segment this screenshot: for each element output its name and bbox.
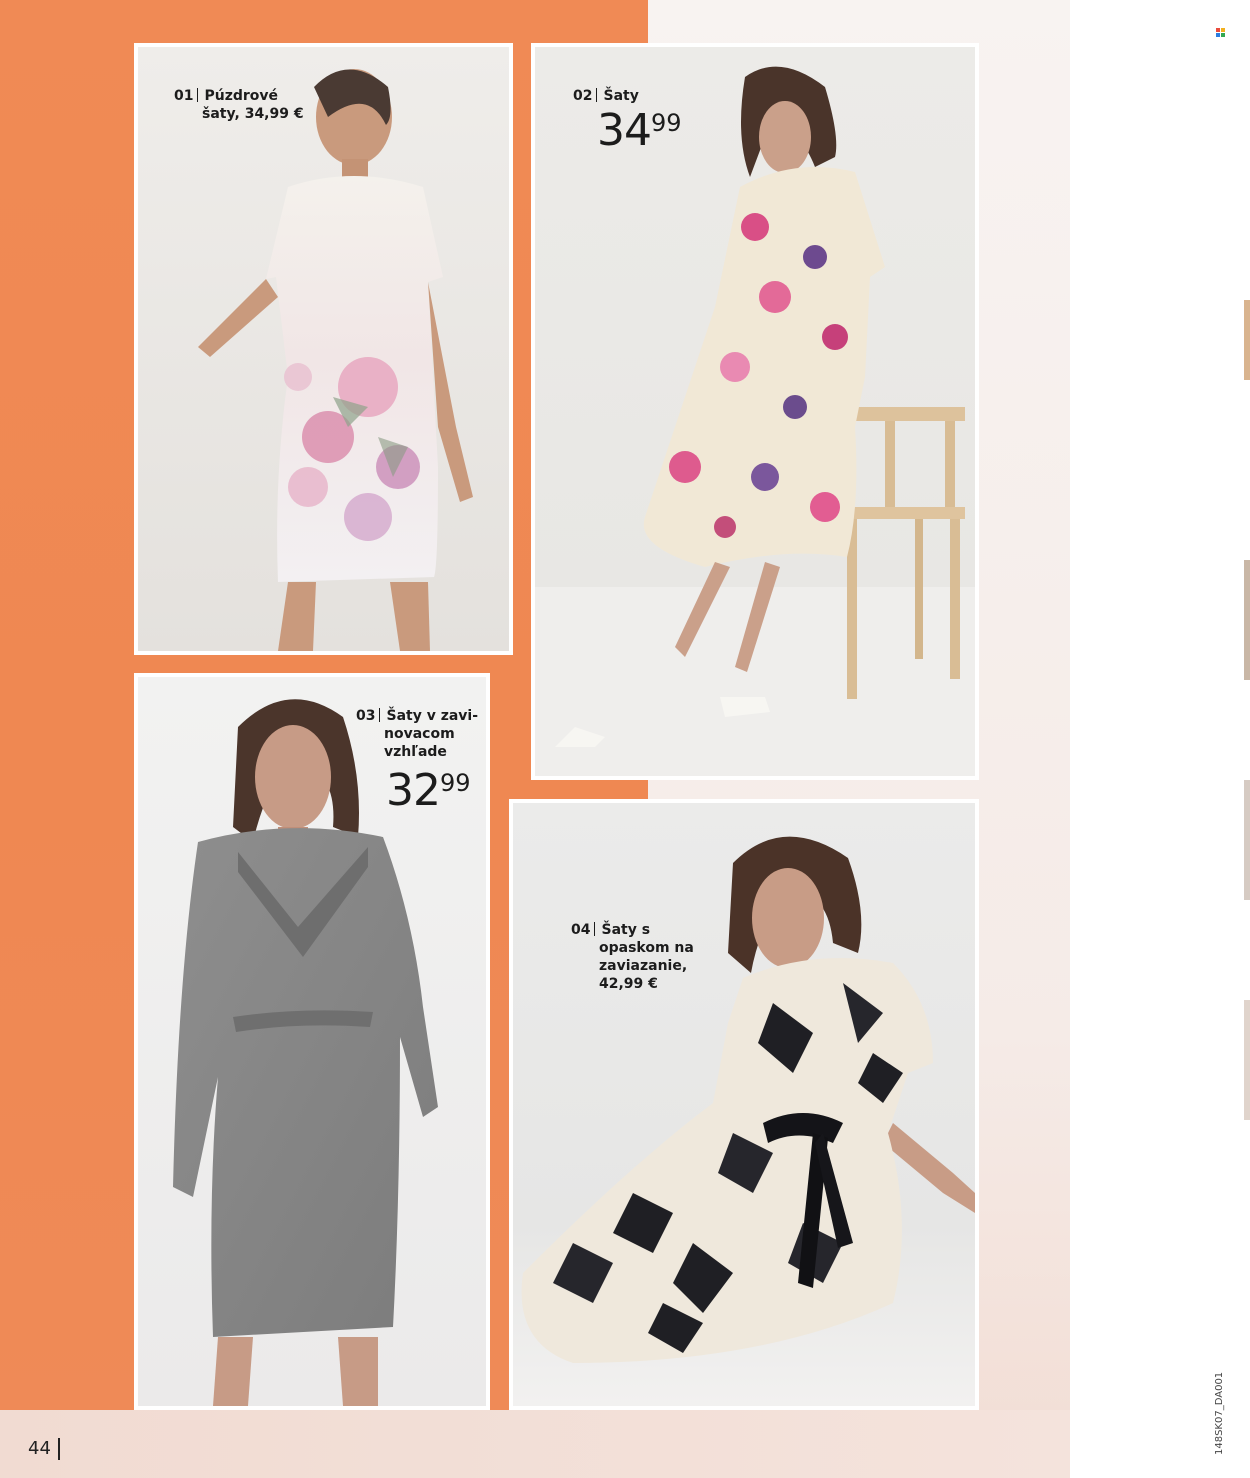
page-margin xyxy=(1070,0,1250,1478)
price-cents: 99 xyxy=(651,109,682,137)
page-edge-strip xyxy=(1244,1000,1250,1120)
product-photo-black-white-belted-dress xyxy=(513,803,975,1406)
product-name: Púzdrové xyxy=(204,88,279,104)
color-squares-icon xyxy=(1216,28,1225,37)
page-number: 44 xyxy=(28,1438,51,1459)
product-name-continued: novacom xyxy=(384,726,455,742)
page-edge-strip xyxy=(1244,560,1250,680)
page-edge-strip xyxy=(1244,300,1250,380)
product-label-04: 04 Šaty s opaskom na zaviazanie, 42,99 € xyxy=(571,921,694,993)
catalog-code: 148SK07_DA001 xyxy=(1214,1371,1225,1455)
product-number: 03 xyxy=(356,708,376,724)
bottom-floor-background xyxy=(0,1410,1070,1478)
product-photo-floral-shift-dress xyxy=(138,47,509,651)
separator-bar xyxy=(197,88,199,102)
product-price-02: 3499 xyxy=(597,109,682,153)
price-euros: 34 xyxy=(597,105,652,156)
product-number: 02 xyxy=(573,88,593,104)
product-card-03[interactable]: 03 Šaty v zavi- novacom vzhľade 3299 xyxy=(134,673,490,1410)
product-name: Šaty s xyxy=(601,922,651,938)
product-card-04[interactable]: 04 Šaty s opaskom na zaviazanie, 42,99 € xyxy=(509,799,979,1410)
product-name-continued: vzhľade xyxy=(384,744,447,760)
product-name-continued: zaviazanie, xyxy=(599,958,688,974)
product-price-03: 3299 xyxy=(386,769,471,813)
product-name: Šaty v zavi- xyxy=(386,708,479,724)
product-number: 04 xyxy=(571,922,591,938)
product-price-text: šaty, 34,99 € xyxy=(202,106,304,122)
product-card-02[interactable]: 02 Šaty 3499 xyxy=(531,43,979,780)
product-name: Šaty xyxy=(603,88,639,104)
separator-bar xyxy=(379,708,381,722)
product-name-continued: opaskom na xyxy=(599,940,694,956)
separator-bar xyxy=(594,922,596,936)
price-euros: 32 xyxy=(386,765,441,816)
page-edge-strip xyxy=(1244,780,1250,900)
product-label-02: 02 Šaty xyxy=(573,87,639,105)
separator-bar xyxy=(596,88,598,102)
price-cents: 99 xyxy=(440,769,471,797)
product-label-03: 03 Šaty v zavi- novacom vzhľade xyxy=(356,707,478,761)
product-number: 01 xyxy=(174,88,194,104)
product-price-text: 42,99 € xyxy=(599,976,658,992)
product-photo-floral-tiered-dress xyxy=(535,47,975,776)
product-label-01: 01 Púzdrové šaty, 34,99 € xyxy=(174,87,304,123)
product-card-01[interactable]: 01 Púzdrové šaty, 34,99 € xyxy=(134,43,513,655)
page-number-separator xyxy=(58,1438,60,1460)
